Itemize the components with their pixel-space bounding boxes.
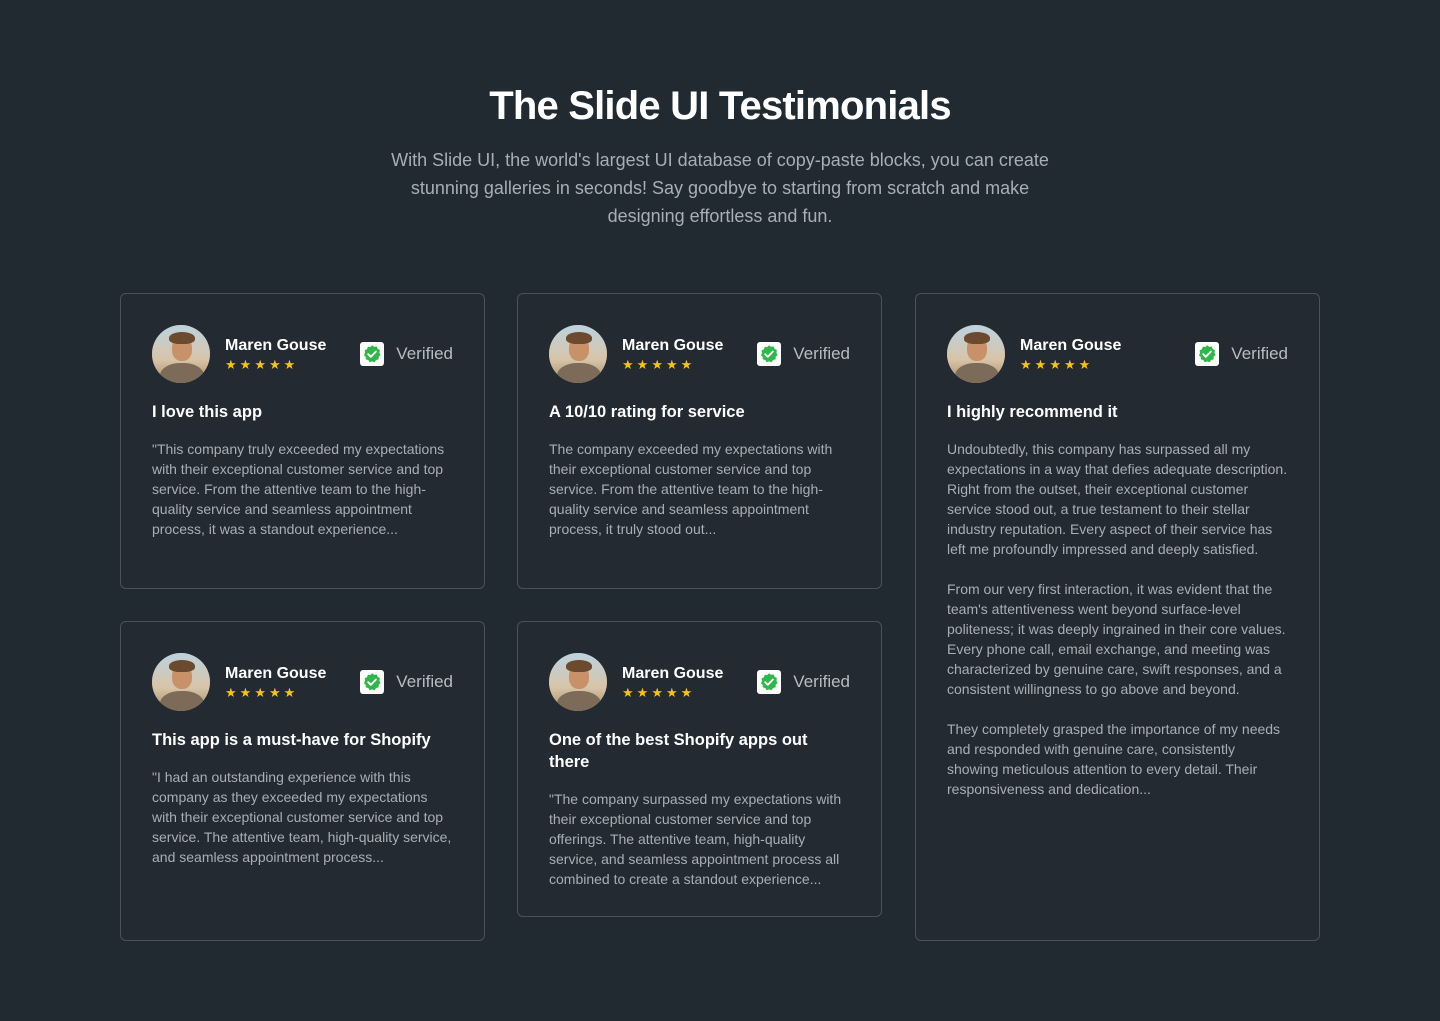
review-title: I highly recommend it (947, 403, 1118, 421)
verified-check-icon (757, 342, 782, 366)
review-paragraph: "This company truly exceeded my expectat… (152, 441, 445, 537)
star-icon: ★ (254, 357, 266, 372)
testimonial-card: Maren Gouse ★ ★ ★ ★ ★ Verified I highly reco… (915, 293, 1320, 941)
verified-label: Verified (793, 344, 850, 363)
avatar (549, 653, 607, 711)
star-icon: ★ (680, 685, 693, 700)
avatar (947, 325, 1005, 383)
star-icon: ★ (268, 685, 281, 700)
testimonial-card: Maren Gouse ★ ★ ★ ★ ★ Verified I love this a… (120, 293, 485, 589)
testimonial-card: Maren Gouse ★ ★ ★ ★ ★ Verified One of the be… (517, 621, 882, 917)
star-icon: ★ (254, 685, 266, 700)
verified-badge: Verified (1195, 342, 1288, 366)
reviewer-info: Maren Gouse ★ ★ ★ ★ ★ (1020, 336, 1138, 372)
star-icon: ★ (1034, 357, 1047, 372)
avatar (152, 325, 210, 383)
reviewer-info: Maren Gouse ★ ★ ★ ★ ★ (622, 336, 740, 372)
star-rating: ★ ★ ★ ★ ★ (1020, 358, 1138, 372)
reviewer-name: Maren Gouse (225, 337, 327, 354)
reviewer-info: Maren Gouse ★ ★ ★ ★ ★ (622, 664, 740, 700)
reviewer-info: Maren Gouse ★ ★ ★ ★ ★ (225, 336, 343, 372)
star-rating: ★ ★ ★ ★ ★ (622, 358, 740, 372)
star-icon: ★ (225, 685, 237, 700)
star-icon: ★ (636, 357, 649, 372)
reviewer-header: Maren Gouse ★ ★ ★ ★ ★ Verified (549, 653, 850, 711)
review-paragraph: "The company surpassed my expectations w… (549, 791, 842, 887)
star-icon: ★ (622, 685, 634, 700)
star-icon: ★ (225, 357, 237, 372)
star-rating: ★ ★ ★ ★ ★ (225, 358, 343, 372)
verified-badge: Verified (757, 670, 850, 694)
verified-check-icon (360, 670, 385, 694)
review-paragraph: From our very first interaction, it was … (947, 581, 1286, 697)
star-icon: ★ (1049, 357, 1061, 372)
verified-check-icon (757, 670, 782, 694)
star-icon: ★ (680, 357, 693, 372)
verified-badge: Verified (360, 342, 453, 366)
reviewer-header: Maren Gouse ★ ★ ★ ★ ★ Verified (152, 653, 453, 711)
star-icon: ★ (622, 357, 634, 372)
star-icon: ★ (239, 685, 252, 700)
page-header: The Slide UI Testimonials With Slide UI,… (0, 80, 1440, 230)
reviewer-info: Maren Gouse ★ ★ ★ ★ ★ (225, 664, 343, 700)
verified-badge: Verified (757, 342, 850, 366)
review-paragraph: Undoubtedly, this company has surpassed … (947, 441, 1288, 557)
avatar (152, 653, 210, 711)
review-paragraph: "I had an outstanding experience with th… (152, 769, 452, 865)
reviewer-name: Maren Gouse (622, 337, 724, 354)
review-body: "The company surpassed my expectations w… (549, 789, 850, 889)
review-body: "I had an outstanding experience with th… (152, 767, 453, 867)
review-title: One of the best Shopify apps out there (549, 731, 808, 771)
review-body: "This company truly exceeded my expectat… (152, 439, 453, 539)
star-icon: ★ (283, 685, 296, 700)
star-icon: ★ (1063, 357, 1076, 372)
star-icon: ★ (665, 685, 678, 700)
verified-label: Verified (396, 344, 453, 363)
review-body: The company exceeded my expectations wit… (549, 439, 850, 539)
review-body: Undoubtedly, this company has surpassed … (947, 439, 1288, 799)
review-paragraph: They completely grasped the importance o… (947, 721, 1281, 797)
star-icon: ★ (651, 685, 663, 700)
verified-label: Verified (396, 672, 453, 691)
reviewer-header: Maren Gouse ★ ★ ★ ★ ★ Verified (152, 325, 453, 383)
verified-label: Verified (1231, 344, 1288, 363)
reviewer-name: Maren Gouse (1020, 337, 1122, 354)
testimonial-card: Maren Gouse ★ ★ ★ ★ ★ Verified This app is a… (120, 621, 485, 941)
star-icon: ★ (636, 685, 649, 700)
verified-check-icon (360, 342, 385, 366)
review-paragraph: The company exceeded my expectations wit… (549, 441, 833, 537)
star-rating: ★ ★ ★ ★ ★ (622, 686, 740, 700)
verified-check-icon (1195, 342, 1220, 366)
reviewer-header: Maren Gouse ★ ★ ★ ★ ★ Verified (549, 325, 850, 383)
reviewer-header: Maren Gouse ★ ★ ★ ★ ★ Verified (947, 325, 1288, 383)
verified-badge: Verified (360, 670, 453, 694)
reviewer-name: Maren Gouse (622, 665, 724, 682)
review-title: A 10/10 rating for service (549, 403, 745, 421)
verified-label: Verified (793, 672, 850, 691)
star-icon: ★ (1020, 357, 1032, 372)
star-icon: ★ (665, 357, 678, 372)
avatar (549, 325, 607, 383)
testimonial-card: Maren Gouse ★ ★ ★ ★ ★ Verified A 10/10 ratin… (517, 293, 882, 589)
star-icon: ★ (651, 357, 663, 372)
review-title: This app is a must-have for Shopify (152, 731, 431, 749)
star-rating: ★ ★ ★ ★ ★ (225, 686, 343, 700)
star-icon: ★ (1078, 357, 1091, 372)
review-title: I love this app (152, 403, 263, 421)
star-icon: ★ (268, 357, 281, 372)
page-subtitle: With Slide UI, the world's largest UI da… (391, 150, 1049, 226)
page-title: The Slide UI Testimonials (489, 84, 951, 128)
star-icon: ★ (239, 357, 252, 372)
star-icon: ★ (283, 357, 296, 372)
reviewer-name: Maren Gouse (225, 665, 327, 682)
